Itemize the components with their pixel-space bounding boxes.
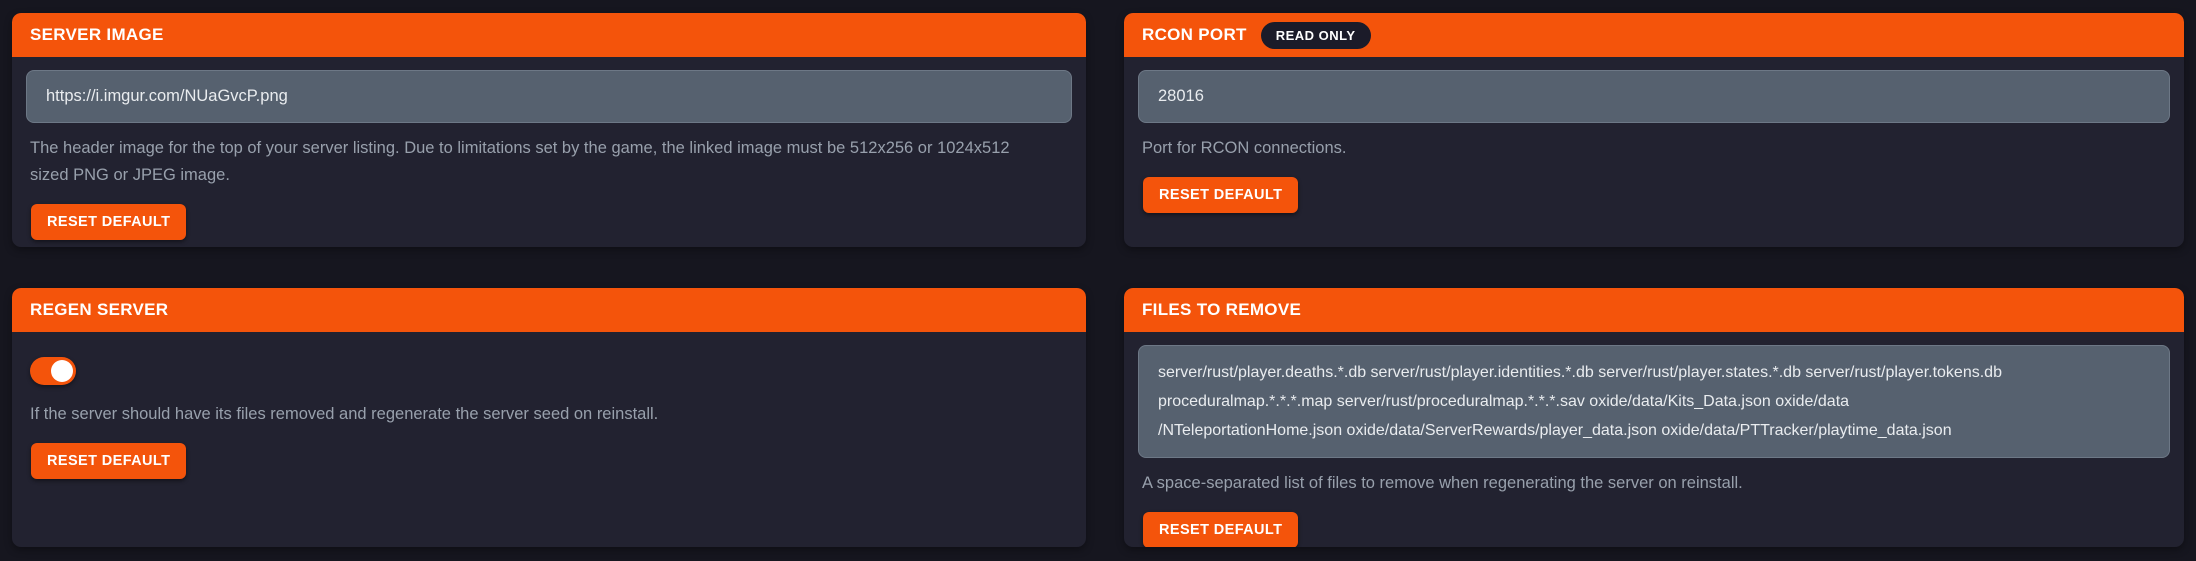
regen-server-panel: REGEN SERVER If the server should have i… <box>12 288 1086 547</box>
rcon-port-description: Port for RCON connections. <box>1142 135 2152 162</box>
files-to-remove-reset-default-button[interactable]: RESET DEFAULT <box>1143 512 1298 547</box>
files-to-remove-title: FILES TO REMOVE <box>1142 300 1301 320</box>
regen-server-description: If the server should have its files remo… <box>30 401 1040 428</box>
server-image-input[interactable] <box>26 70 1072 123</box>
files-to-remove-header: FILES TO REMOVE <box>1124 288 2184 332</box>
rcon-port-header: RCON PORT READ ONLY <box>1124 13 2184 57</box>
regen-server-reset-default-button[interactable]: RESET DEFAULT <box>31 443 186 479</box>
server-image-description: The header image for the top of your ser… <box>30 135 1040 189</box>
settings-grid: SERVER IMAGE The header image for the to… <box>0 0 2196 561</box>
files-to-remove-body: server/rust/player.deaths.*.db server/ru… <box>1124 332 2184 547</box>
regen-server-header: REGEN SERVER <box>12 288 1086 332</box>
rcon-port-body: Port for RCON connections. RESET DEFAULT <box>1124 57 2184 247</box>
regen-server-toggle[interactable] <box>30 357 76 385</box>
files-to-remove-textarea[interactable]: server/rust/player.deaths.*.db server/ru… <box>1138 345 2170 458</box>
rcon-port-reset-default-button[interactable]: RESET DEFAULT <box>1143 177 1298 213</box>
rcon-port-panel: RCON PORT READ ONLY Port for RCON connec… <box>1124 13 2184 247</box>
files-to-remove-description: A space-separated list of files to remov… <box>1142 470 2152 497</box>
server-image-reset-default-button[interactable]: RESET DEFAULT <box>31 204 186 240</box>
regen-server-body: If the server should have its files remo… <box>12 332 1086 547</box>
toggle-knob-icon <box>51 360 73 382</box>
files-to-remove-panel: FILES TO REMOVE server/rust/player.death… <box>1124 288 2184 547</box>
server-image-body: The header image for the top of your ser… <box>12 57 1086 247</box>
regen-server-title: REGEN SERVER <box>30 300 168 320</box>
server-image-title: SERVER IMAGE <box>30 25 164 45</box>
server-image-panel: SERVER IMAGE The header image for the to… <box>12 13 1086 247</box>
read-only-badge: READ ONLY <box>1261 22 1371 49</box>
rcon-port-title: RCON PORT <box>1142 25 1247 45</box>
server-image-header: SERVER IMAGE <box>12 13 1086 57</box>
rcon-port-input[interactable] <box>1138 70 2170 123</box>
